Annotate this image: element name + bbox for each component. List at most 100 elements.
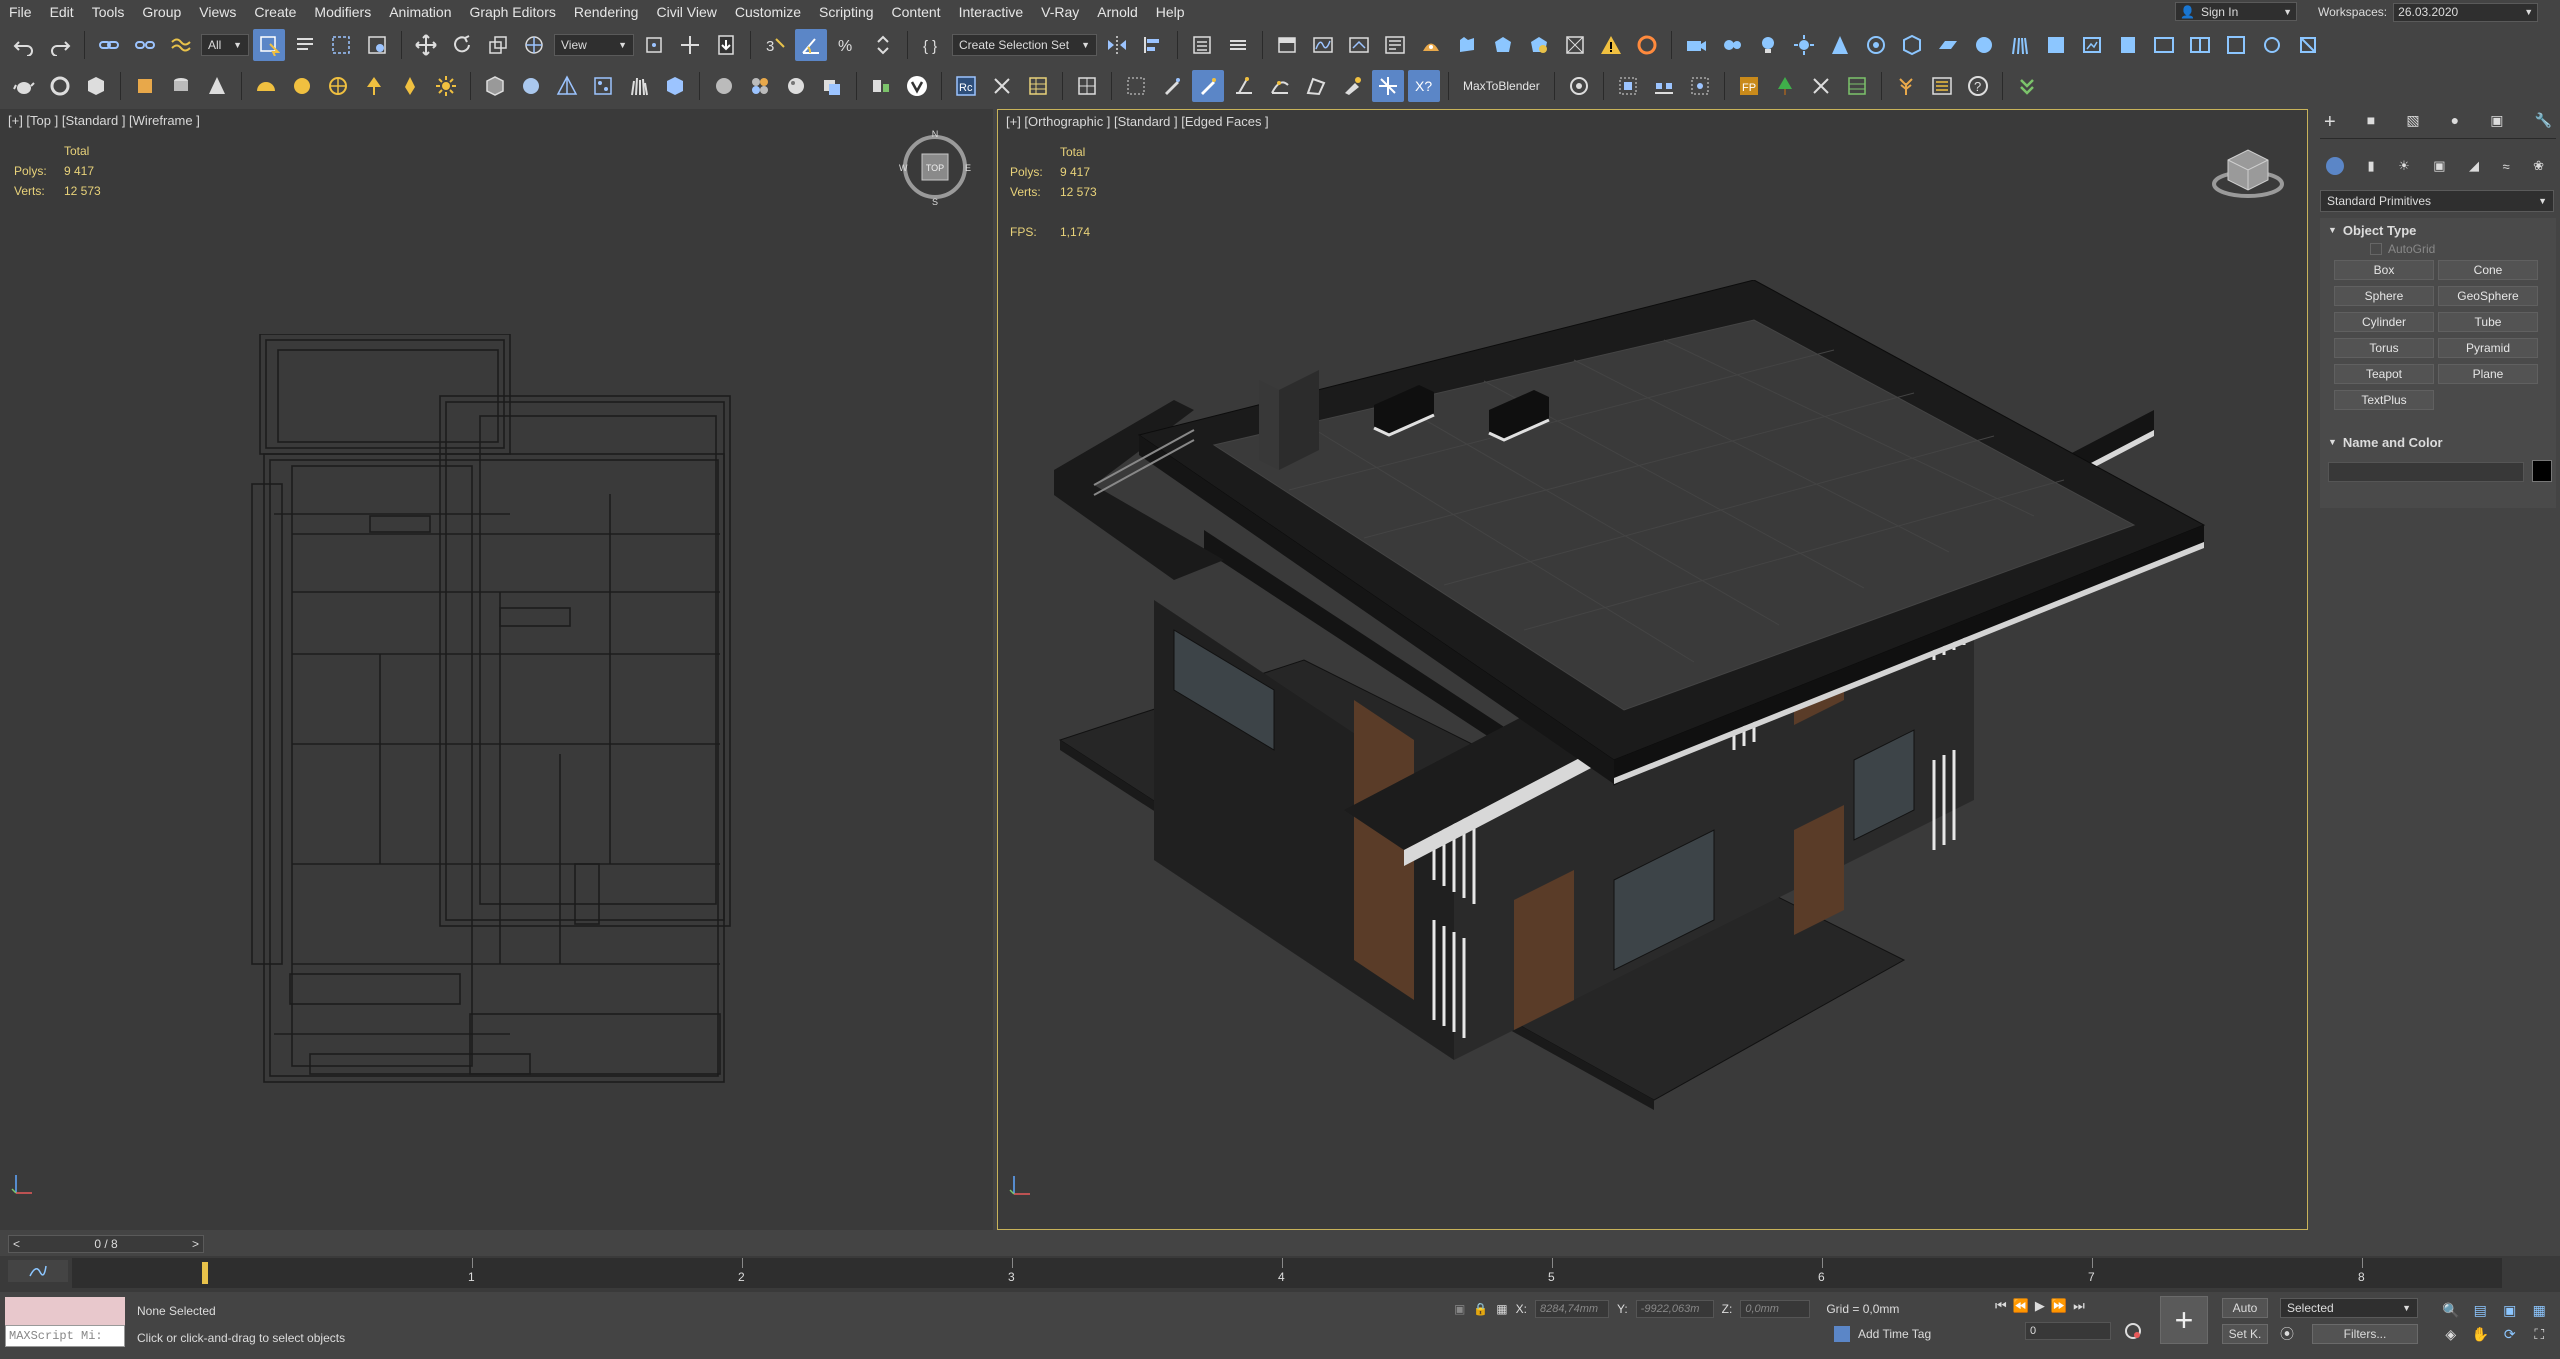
distribute-icon[interactable] <box>1648 70 1680 102</box>
vray-sun-icon[interactable] <box>1788 29 1820 61</box>
angle-snap-icon[interactable] <box>795 29 827 61</box>
max-to-blender-label[interactable]: MaxToBlender <box>1457 79 1546 93</box>
rectangular-selection-icon[interactable] <box>325 29 357 61</box>
menu-help[interactable]: Help <box>1147 4 1194 20</box>
vray-plane-icon[interactable] <box>1932 29 1964 61</box>
scene-explorer-icon[interactable] <box>1186 29 1218 61</box>
viewport-orthographic[interactable]: [+] [Orthographic ] [Standard ] [Edged F… <box>997 109 2308 1230</box>
vray-vfb-history-icon[interactable] <box>2220 29 2252 61</box>
object-type-rollout-header[interactable]: ▼ Object Type <box>2328 220 2553 240</box>
vray-lister-icon[interactable] <box>2148 29 2180 61</box>
spot-light-icon[interactable] <box>358 70 390 102</box>
utilities-tab-icon[interactable]: 🔧 <box>2535 112 2552 134</box>
field-of-view-icon[interactable]: ◈ <box>2445 1326 2456 1343</box>
x-coordinate-field[interactable]: 8284,74mm <box>1534 1300 1609 1318</box>
undo-icon[interactable] <box>8 29 40 61</box>
lights-icon[interactable]: ☀ <box>2398 158 2410 174</box>
sign-in-dropdown[interactable]: 👤 Sign In ▼ <box>2175 2 2297 21</box>
menu-arnold[interactable]: Arnold <box>1088 4 1146 20</box>
previous-frame-icon[interactable]: ⏪ <box>2013 1298 2029 1314</box>
play-icon[interactable]: ▶ <box>2035 1298 2045 1314</box>
time-slider-next-icon[interactable]: > <box>188 1237 203 1251</box>
layer-explorer-icon[interactable] <box>1222 29 1254 61</box>
shape-icon[interactable] <box>129 70 161 102</box>
curve-editor-toggle-icon[interactable] <box>8 1260 68 1282</box>
material-library-icon[interactable] <box>816 70 848 102</box>
pivot-center-icon[interactable] <box>638 29 670 61</box>
tree-icon[interactable] <box>1769 70 1801 102</box>
vray-proxy-icon[interactable] <box>1896 29 1928 61</box>
orbit-icon[interactable]: ⟳ <box>2504 1326 2516 1343</box>
systems-icon[interactable]: ❀ <box>2533 158 2544 174</box>
menu-views[interactable]: Views <box>190 4 245 20</box>
workspaces-dropdown[interactable]: 26.03.2020 ▼ <box>2393 2 2539 22</box>
menu-customize[interactable]: Customize <box>726 4 810 20</box>
track-bar-area[interactable]: 1 2 3 4 5 6 7 8 <box>72 1258 2502 1288</box>
z-coordinate-field[interactable]: 0,0mm <box>1740 1300 1811 1318</box>
cone-icon[interactable] <box>201 70 233 102</box>
set-key-button[interactable]: Set K. <box>2222 1324 2268 1344</box>
zoom-icon[interactable]: 🔍 <box>2442 1302 2459 1319</box>
tools-icon[interactable] <box>986 70 1018 102</box>
menu-modifiers[interactable]: Modifiers <box>305 4 380 20</box>
move-icon[interactable] <box>410 29 442 61</box>
scene-converter-icon[interactable] <box>865 70 897 102</box>
viewcube[interactable] <box>2210 138 2286 202</box>
mirror-icon[interactable] <box>1101 29 1133 61</box>
time-slider[interactable]: < 0 / 8 > <box>8 1235 204 1253</box>
menu-animation[interactable]: Animation <box>380 4 460 20</box>
reference-coordinate-dropdown[interactable]: View ▼ <box>554 34 634 56</box>
hemisphere-light-icon[interactable] <box>250 70 282 102</box>
menu-rendering[interactable]: Rendering <box>565 4 648 20</box>
menu-scripting[interactable]: Scripting <box>810 4 882 20</box>
selection-filter-dropdown[interactable]: All ▼ <box>201 34 249 56</box>
snaps-toggle-icon[interactable]: 3 <box>759 29 791 61</box>
motion-tab-icon[interactable]: ● <box>2451 112 2459 134</box>
filters-button[interactable]: Filters... <box>2312 1324 2418 1344</box>
material-slots-icon[interactable] <box>744 70 776 102</box>
time-slider-prev-icon[interactable]: < <box>9 1237 24 1251</box>
plane-button[interactable]: Plane <box>2438 364 2538 384</box>
textplus-button[interactable]: TextPlus <box>2334 390 2434 410</box>
record-icon[interactable] <box>1563 70 1595 102</box>
align-grid-icon[interactable] <box>1612 70 1644 102</box>
menu-group[interactable]: Group <box>133 4 190 20</box>
forest-pack-icon[interactable]: FP <box>1733 70 1765 102</box>
go-to-end-icon[interactable]: ⏭ <box>2073 1298 2085 1314</box>
render-setup-icon[interactable] <box>1415 29 1447 61</box>
percent-snap-icon[interactable]: % <box>831 29 863 61</box>
helpers-icon[interactable]: ◢ <box>2469 158 2479 174</box>
grass-icon[interactable] <box>623 70 655 102</box>
menu-file[interactable]: File <box>0 4 41 20</box>
menu-content[interactable]: Content <box>883 4 950 20</box>
key-filter-dropdown[interactable]: Selected ▼ <box>2280 1298 2418 1318</box>
toggle-ribbon-icon[interactable] <box>1271 29 1303 61</box>
isolate-selection-icon[interactable]: ▣ <box>1454 1302 1465 1316</box>
box-icon[interactable] <box>80 70 112 102</box>
maxscript-mini-listener[interactable]: MAXScript Mi: <box>5 1325 125 1347</box>
display-tab-icon[interactable]: ▣ <box>2490 112 2503 134</box>
viewport-label[interactable]: [+] [Top ] [Standard ] [Wireframe ] <box>8 113 200 128</box>
absolute-mode-icon[interactable]: ▦ <box>1496 1302 1507 1316</box>
select-object-icon[interactable] <box>253 29 285 61</box>
cylinder-button[interactable]: Cylinder <box>2334 312 2434 332</box>
material-editor-icon[interactable] <box>1379 29 1411 61</box>
viewport-top[interactable]: [+] [Top ] [Standard ] [Wireframe ] Tota… <box>0 109 993 1230</box>
auto-key-button[interactable]: Auto <box>2222 1298 2268 1318</box>
box-button[interactable]: Box <box>2334 260 2434 280</box>
time-configuration-icon[interactable] <box>2124 1322 2142 1340</box>
cut-tool-icon[interactable] <box>1805 70 1837 102</box>
name-color-rollout-header[interactable]: ▼ Name and Color <box>2328 432 2553 452</box>
teapot-button[interactable]: Teapot <box>2334 364 2434 384</box>
current-frame-field[interactable]: 0 <box>2025 1322 2111 1340</box>
render-iterative-icon[interactable] <box>1523 29 1555 61</box>
space-warps-icon[interactable]: ≈ <box>2502 159 2509 174</box>
menu-edit[interactable]: Edit <box>41 4 83 20</box>
maximize-viewport-icon[interactable]: ⛶ <box>2534 1326 2544 1343</box>
table-icon[interactable] <box>1841 70 1873 102</box>
window-crossing-icon[interactable] <box>361 29 393 61</box>
vray-fur-icon[interactable] <box>2004 29 2036 61</box>
tube-icon[interactable] <box>44 70 76 102</box>
tube-button[interactable]: Tube <box>2438 312 2538 332</box>
geosphere-light-icon[interactable] <box>322 70 354 102</box>
